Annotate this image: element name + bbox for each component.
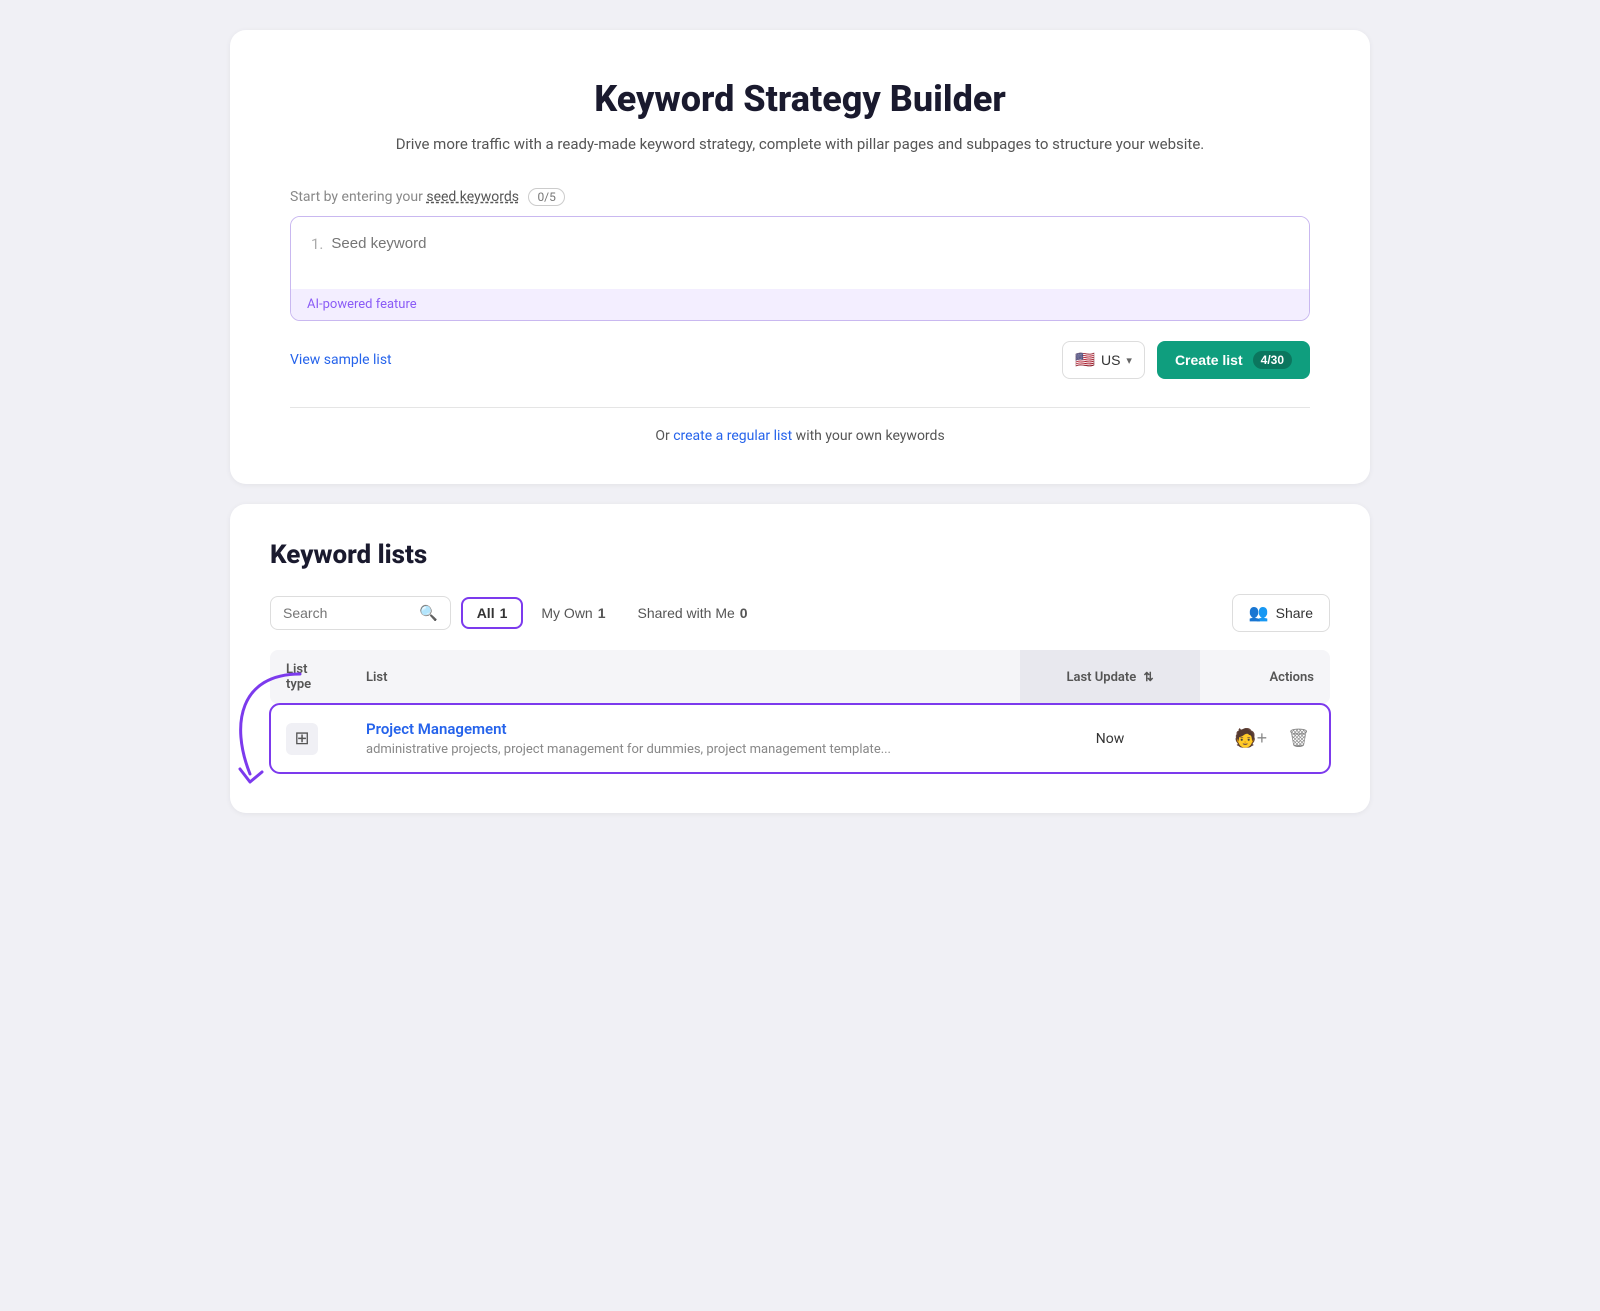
search-input[interactable] [283, 605, 413, 621]
col-actions: Actions [1200, 650, 1330, 704]
tab-my-own-label: My Own [541, 605, 592, 621]
tab-my-own-count: 1 [598, 605, 606, 621]
seed-input-area[interactable]: 1. [291, 217, 1309, 289]
seed-input-wrapper: 1. AI-powered feature [290, 216, 1310, 321]
ai-powered-banner: AI-powered feature [291, 289, 1309, 320]
or-row: Or create a regular list with your own k… [290, 428, 1310, 444]
divider [290, 407, 1310, 408]
table-head: List type List Last Update ⇅ Actions [270, 650, 1330, 704]
page-title: Keyword Strategy Builder [290, 78, 1310, 120]
create-list-badge: 4/30 [1253, 351, 1292, 369]
tab-shared-label: Shared with Me [638, 605, 735, 621]
tab-all-label: All [477, 605, 495, 621]
seed-counter: 0/5 [528, 188, 564, 206]
keyword-lists-title: Keyword lists [270, 540, 1330, 570]
input-number: 1. [311, 235, 323, 253]
seed-label-row: Start by entering your seed keywords 0/5 [290, 188, 1310, 206]
or-suffix-text: with your own keywords [792, 428, 944, 444]
seed-keyword-input[interactable] [331, 235, 1289, 252]
filter-left: 🔍 All 1 My Own 1 Shared with Me 0 [270, 596, 762, 630]
last-update-label: Last Update [1066, 670, 1136, 685]
col-last-update[interactable]: Last Update ⇅ [1020, 650, 1200, 704]
create-regular-list-link[interactable]: create a regular list [673, 428, 792, 444]
country-code: US [1101, 352, 1120, 368]
right-actions: 🇺🇸 US ▾ Create list 4/30 [1062, 341, 1310, 379]
search-box[interactable]: 🔍 [270, 596, 451, 630]
table-body: ⊞ Project Management administrative proj… [270, 704, 1330, 773]
list-type-icon: ⊞ [286, 723, 318, 755]
create-list-label: Create list [1175, 352, 1243, 368]
delete-button[interactable]: 🗑 [1283, 724, 1314, 753]
table-row: ⊞ Project Management administrative proj… [270, 704, 1330, 773]
tab-all[interactable]: All 1 [461, 597, 524, 629]
tab-shared-with-me[interactable]: Shared with Me 0 [624, 599, 762, 627]
bottom-card: Keyword lists 🔍 All 1 My Own 1 Shared wi [230, 504, 1370, 813]
share-button[interactable]: 👥 Share [1232, 594, 1330, 632]
or-text: Or [655, 428, 673, 444]
country-selector[interactable]: 🇺🇸 US ▾ [1062, 341, 1145, 379]
top-card: Keyword Strategy Builder Drive more traf… [230, 30, 1370, 484]
share-users-icon: 👥 [1249, 603, 1269, 623]
seed-label-text: Start by entering your [290, 189, 426, 205]
chevron-down-icon: ▾ [1126, 354, 1132, 367]
tab-my-own[interactable]: My Own 1 [527, 599, 619, 627]
list-name[interactable]: Project Management [366, 720, 1004, 738]
flag-emoji: 🇺🇸 [1075, 350, 1095, 370]
ai-powered-text: AI-powered feature [307, 297, 417, 312]
view-sample-link[interactable]: View sample list [290, 352, 392, 368]
keyword-table: List type List Last Update ⇅ Actions ⊞ P… [270, 650, 1330, 773]
seed-keywords-link[interactable]: seed keywords [426, 189, 519, 205]
row-last-update-cell: Now [1020, 704, 1200, 773]
filter-row: 🔍 All 1 My Own 1 Shared with Me 0 👥 [270, 594, 1330, 632]
grid-icon: ⊞ [294, 728, 309, 749]
list-keywords: administrative projects, project managem… [366, 742, 891, 757]
add-person-button[interactable]: 🧑+ [1230, 724, 1271, 753]
tab-group: All 1 My Own 1 Shared with Me 0 [461, 597, 762, 629]
row-actions-cell: 🧑+ 🗑 [1200, 704, 1330, 773]
actions-cell: 🧑+ 🗑 [1216, 724, 1314, 753]
tab-shared-count: 0 [740, 605, 748, 621]
sort-icon: ⇅ [1143, 670, 1153, 684]
row-list-type-cell: ⊞ [270, 704, 350, 773]
table-header-row: List type List Last Update ⇅ Actions [270, 650, 1330, 704]
trash-icon: 🗑 [1287, 728, 1310, 748]
col-list: List [350, 650, 1020, 704]
share-button-label: Share [1276, 605, 1313, 621]
search-icon: 🔍 [419, 604, 438, 622]
col-list-type: List type [270, 650, 350, 704]
add-person-icon: 🧑+ [1234, 728, 1267, 748]
tab-all-count: 1 [500, 605, 508, 621]
row-list-cell: Project Management administrative projec… [350, 704, 1020, 773]
create-list-button[interactable]: Create list 4/30 [1157, 341, 1310, 379]
page-subtitle: Drive more traffic with a ready-made key… [290, 132, 1310, 156]
action-row: View sample list 🇺🇸 US ▾ Create list 4/3… [290, 341, 1310, 379]
